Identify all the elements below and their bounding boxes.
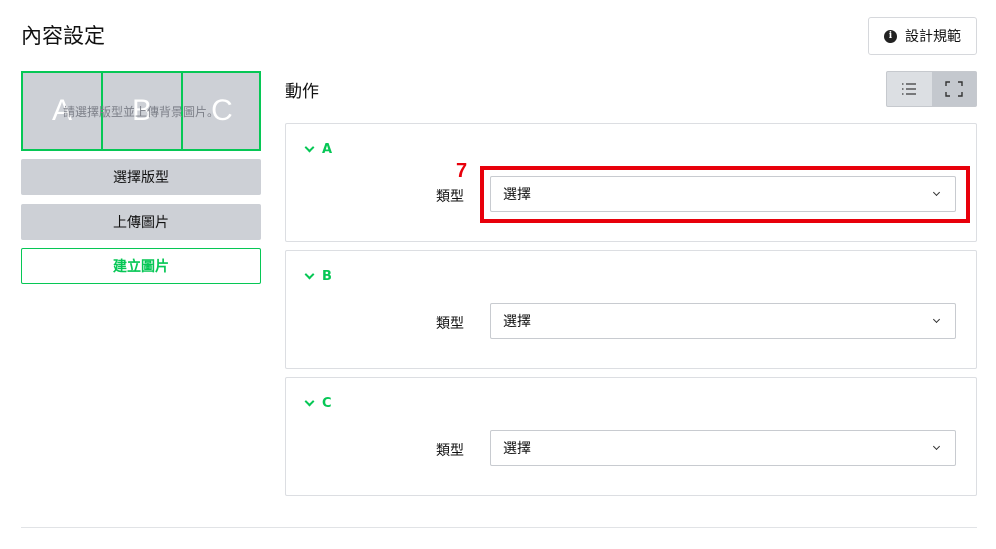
list-icon [902,83,917,95]
info-icon: i [884,29,897,43]
action-c-name: C [322,396,332,411]
action-card-c: C 類型 選擇 [285,377,977,496]
fullscreen-icon [945,81,963,97]
create-image-button[interactable]: 建立圖片 [21,248,261,284]
action-a-type-label: 類型 [436,189,464,205]
action-b-toggle[interactable]: B [304,269,332,284]
action-card-b: B 類型 選擇 [285,250,977,369]
action-c-toggle[interactable]: C [304,396,332,411]
action-a-name: A [322,142,333,157]
image-preview[interactable]: A B C 請選擇版型並上傳背景圖片。 [21,71,261,151]
upload-image-button[interactable]: 上傳圖片 [21,204,261,240]
actions-title: 動作 [285,82,319,102]
area-a[interactable]: A [23,73,101,149]
list-view-button[interactable] [887,72,932,106]
select-template-button[interactable]: 選擇版型 [21,159,261,195]
design-guide-label: 設計規範 [905,29,961,45]
page-title: 內容設定 [21,24,105,48]
annotation-highlight-box [480,166,970,223]
action-b-type-select[interactable]: 選擇 [490,303,956,339]
action-c-type-select[interactable]: 選擇 [490,430,956,466]
action-b-name: B [322,269,332,284]
chevron-down-icon [304,396,315,407]
area-a-label: A [51,94,72,127]
design-guide-button[interactable]: i 設計規範 [868,17,977,55]
action-a-toggle[interactable]: A [304,142,333,157]
action-b-select-value: 選擇 [503,314,531,330]
action-c-select-value: 選擇 [503,441,531,457]
area-b[interactable]: B [101,73,181,149]
area-c-label: C [211,94,233,127]
chevron-down-icon [932,442,941,451]
chevron-down-icon [304,142,315,153]
fullscreen-view-button[interactable] [931,72,976,106]
chevron-down-icon [932,315,941,324]
bottom-divider [21,527,977,528]
view-toggle[interactable] [886,71,977,107]
action-c-type-label: 類型 [436,443,464,459]
area-c[interactable]: C [181,73,259,149]
area-b-label: B [131,94,152,127]
chevron-down-icon [304,269,315,280]
annotation-number: 7 [456,160,468,182]
action-b-type-label: 類型 [436,316,464,332]
